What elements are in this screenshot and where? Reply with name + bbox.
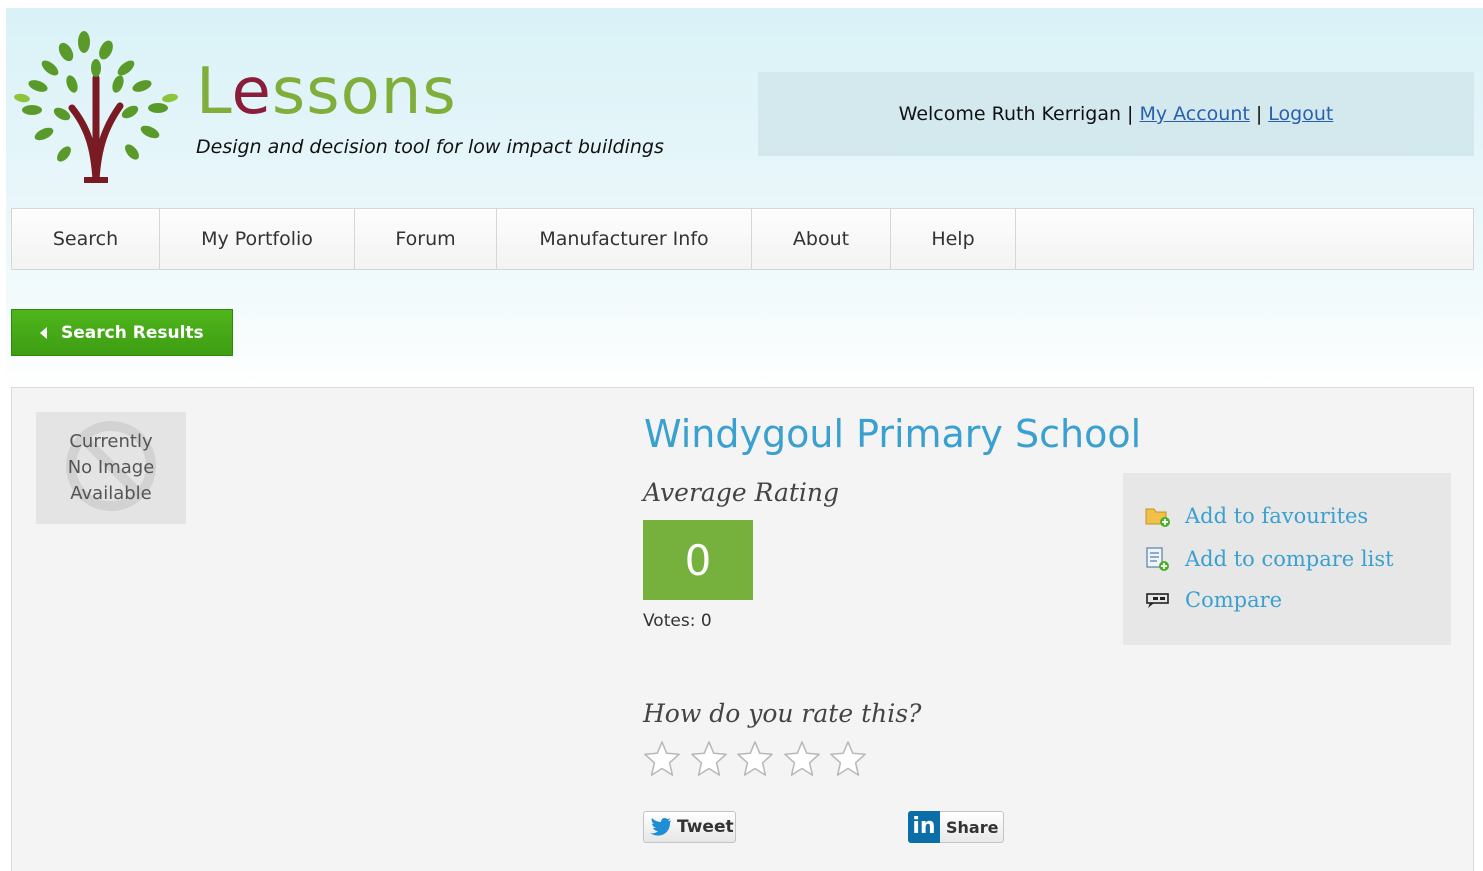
linkedin-share-button[interactable]: in Share <box>908 810 1004 843</box>
nav-item-manufacturer-info[interactable]: Manufacturer Info <box>497 209 752 269</box>
actions-box: Add to favourites Add to compare list Co… <box>1123 473 1451 645</box>
my-account-link[interactable]: My Account <box>1139 103 1249 125</box>
back-button-label: Search Results <box>61 322 204 343</box>
tweet-label: Tweet <box>677 817 734 837</box>
folder-add-icon <box>1145 508 1170 527</box>
add-to-compare-list-link[interactable]: Add to compare list <box>1145 546 1394 572</box>
star-icon[interactable] <box>829 740 867 778</box>
tweet-button[interactable]: Tweet <box>643 811 736 843</box>
rate-prompt: How do you rate this? <box>643 699 922 728</box>
back-arrow-icon <box>40 326 47 339</box>
no-image-text: Currently No Image Available <box>67 430 155 505</box>
votes-count: Votes: 0 <box>643 611 712 631</box>
compare-link[interactable]: Compare <box>1145 588 1282 612</box>
average-rating-label: Average Rating <box>643 478 840 507</box>
nav-item-forum[interactable]: Forum <box>355 209 497 269</box>
star-icon[interactable] <box>783 740 821 778</box>
compare-label: Compare <box>1185 588 1283 612</box>
add-to-favourites-link[interactable]: Add to favourites <box>1145 504 1368 528</box>
add-to-compare-list-label: Add to compare list <box>1185 547 1394 571</box>
main-nav: Search My Portfolio Forum Manufacturer I… <box>11 208 1474 270</box>
compare-icon <box>1146 593 1169 608</box>
linkedin-icon: in <box>908 810 940 843</box>
twitter-bird-icon <box>650 818 671 836</box>
share-label: Share <box>946 817 999 837</box>
welcome-text: Welcome Ruth Kerrigan <box>898 103 1122 125</box>
list-add-icon <box>1146 547 1169 571</box>
average-rating-score: 0 <box>643 520 753 600</box>
logout-link[interactable]: Logout <box>1268 103 1333 125</box>
star-icon[interactable] <box>643 740 681 778</box>
star-icon[interactable] <box>690 740 728 778</box>
separator: | <box>1255 103 1263 125</box>
tree-logo-icon <box>14 31 178 183</box>
add-to-favourites-label: Add to favourites <box>1185 504 1369 528</box>
search-results-back-button[interactable]: Search Results <box>11 309 233 356</box>
nav-item-about[interactable]: About <box>752 209 891 269</box>
user-welcome-bar: Welcome Ruth Kerrigan | My Account | Log… <box>758 72 1474 156</box>
nav-item-help[interactable]: Help <box>891 209 1016 269</box>
separator: | <box>1127 103 1134 125</box>
brand-tagline: Design and decision tool for low impact … <box>196 136 664 158</box>
nav-item-my-portfolio[interactable]: My Portfolio <box>160 209 355 269</box>
product-title: Windygoul Primary School <box>644 412 1142 456</box>
star-rating[interactable] <box>643 740 876 778</box>
brand-title: Lessons <box>196 55 457 129</box>
no-image-placeholder: Currently No Image Available <box>36 412 186 524</box>
star-icon[interactable] <box>736 740 774 778</box>
nav-item-search[interactable]: Search <box>12 209 160 269</box>
